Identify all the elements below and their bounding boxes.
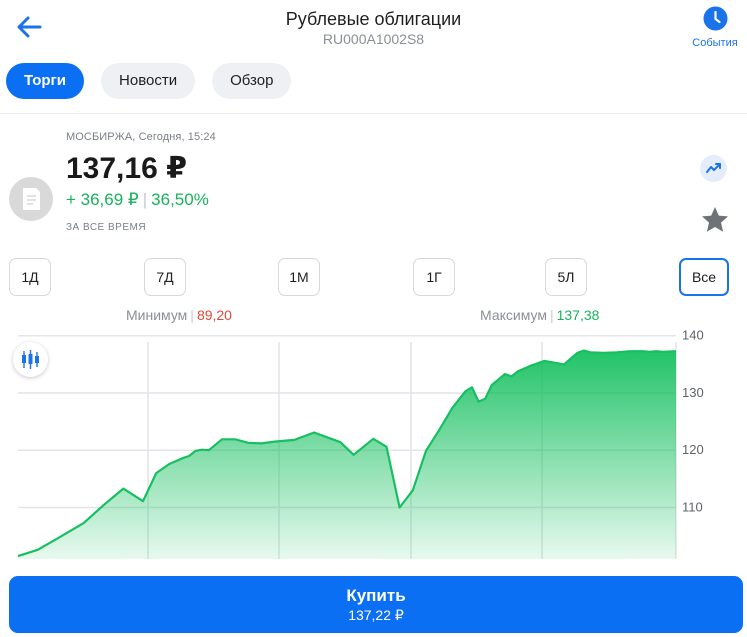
- y-tick-label: 130: [682, 385, 704, 400]
- tab-overview[interactable]: Обзор: [212, 63, 292, 99]
- document-icon: [9, 177, 53, 221]
- y-tick-label: 120: [682, 442, 704, 457]
- range-7d[interactable]: 7Д: [144, 258, 186, 296]
- current-price: 137,16 ₽: [66, 152, 187, 185]
- title-block: Рублевые облигации RU000A1002S8: [0, 9, 747, 48]
- buy-button[interactable]: Купить 137,22 ₽: [9, 576, 743, 633]
- y-tick-label: 110: [682, 499, 703, 514]
- y-axis-ticks: 110 120 130 140: [682, 330, 704, 514]
- divider: [0, 113, 747, 114]
- buy-price: 137,22 ₽: [348, 607, 404, 623]
- buy-label: Купить: [346, 586, 406, 605]
- star-icon[interactable]: [700, 205, 730, 235]
- chart-type-button[interactable]: [13, 342, 48, 377]
- tab-trading[interactable]: Торги: [6, 63, 85, 99]
- price-chart[interactable]: 110 120 130 140: [0, 330, 747, 560]
- period-label: ЗА ВСЕ ВРЕМЯ: [66, 222, 147, 233]
- range-1y[interactable]: 1Г: [413, 258, 455, 296]
- range-all[interactable]: Все: [679, 258, 729, 296]
- change-absolute: + 36,69 ₽: [66, 190, 139, 209]
- range-1d[interactable]: 1Д: [9, 258, 51, 296]
- tab-news[interactable]: Новости: [101, 63, 196, 99]
- chart-area: [18, 350, 676, 559]
- y-tick-label: 140: [682, 330, 704, 343]
- candlestick-icon: [22, 350, 39, 369]
- change-percent: 36,50%: [151, 190, 209, 209]
- page-title: Рублевые облигации: [285, 9, 462, 29]
- minimum-stat: Минимум | 89,20: [126, 307, 232, 323]
- range-5y[interactable]: 5Л: [545, 258, 587, 296]
- maximum-stat: Максимум | 137,38: [480, 307, 600, 323]
- trend-button[interactable]: [700, 155, 727, 182]
- exchange-timestamp: МОСБИРЖА, Сегодня, 15:24: [66, 131, 216, 143]
- tab-bar: Торги Новости Обзор: [6, 63, 292, 99]
- isin-code: RU000A1002S8: [322, 31, 425, 47]
- clock-icon: [703, 6, 727, 31]
- minimum-label: Минимум: [126, 307, 188, 323]
- events-label: События: [692, 37, 738, 49]
- header: Рублевые облигации RU000A1002S8 События: [0, 0, 747, 56]
- range-1m[interactable]: 1М: [278, 258, 320, 296]
- maximum-label: Максимум: [480, 307, 547, 323]
- price-change: + 36,69 ₽ | 36,50%: [66, 190, 209, 209]
- events-button[interactable]: События: [691, 6, 739, 49]
- minimum-value: 89,20: [196, 307, 232, 323]
- trend-up-icon: [706, 163, 721, 173]
- maximum-value: 137,38: [556, 307, 600, 323]
